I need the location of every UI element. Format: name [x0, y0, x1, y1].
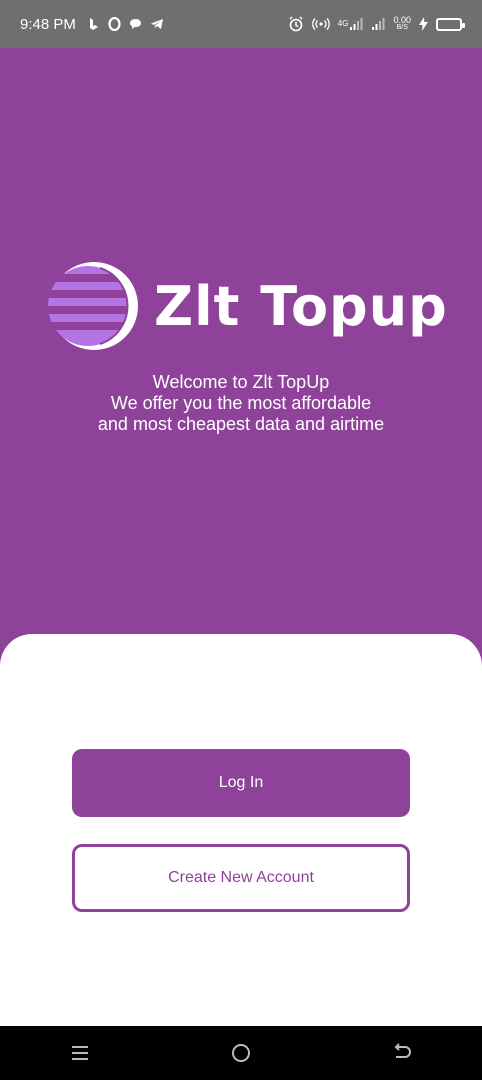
- opera-icon: [108, 17, 121, 31]
- app-logo: Zlt Topup: [48, 260, 448, 352]
- network-speed: 0.00 B/S: [393, 16, 411, 32]
- globe-logo-icon: [48, 262, 138, 350]
- status-right: 4G 0.00 B/S: [288, 16, 465, 32]
- hotspot-icon: [311, 17, 330, 31]
- home-nav-button[interactable]: [221, 1033, 261, 1073]
- create-account-button[interactable]: Create New Account: [72, 844, 410, 912]
- login-button[interactable]: Log In: [72, 749, 410, 817]
- alarm-icon: [288, 16, 304, 32]
- back-icon: [394, 1043, 411, 1058]
- signal-icon: [371, 17, 385, 31]
- speed-value: 0.00: [393, 15, 411, 25]
- home-circle-icon: [231, 1044, 250, 1062]
- chat-icon: [129, 18, 142, 30]
- menu-icon: [72, 1046, 89, 1060]
- welcome-line-3: and most cheapest data and airtime: [97, 414, 385, 434]
- back-nav-button[interactable]: [382, 1033, 422, 1073]
- navigation-bar: [0, 1026, 482, 1080]
- status-bar: 9:48 PM 4G 0.00 B/S: [0, 0, 482, 48]
- logo-text: Zlt Topup: [154, 274, 448, 338]
- welcome-line-1: Welcome to Zlt TopUp: [152, 372, 330, 392]
- speed-unit: B/S: [396, 24, 408, 31]
- telegram-icon: [150, 18, 164, 30]
- status-left: 9:48 PM: [20, 16, 164, 33]
- bing-icon: [88, 17, 100, 31]
- welcome-line-2: We offer you the most affordable: [110, 393, 372, 413]
- signal-4g-icon: 4G: [338, 17, 364, 31]
- menu-nav-button[interactable]: [60, 1033, 100, 1073]
- welcome-text: Welcome to Zlt TopUp We offer you the mo…: [0, 372, 482, 435]
- battery-icon: [436, 17, 465, 31]
- status-time: 9:48 PM: [20, 15, 76, 33]
- hero-section: Zlt Topup Welcome to Zlt TopUp We offer …: [0, 48, 482, 688]
- network-type: 4G: [337, 19, 349, 28]
- charging-icon: [419, 17, 428, 31]
- action-sheet: Log In Create New Account: [0, 634, 482, 1026]
